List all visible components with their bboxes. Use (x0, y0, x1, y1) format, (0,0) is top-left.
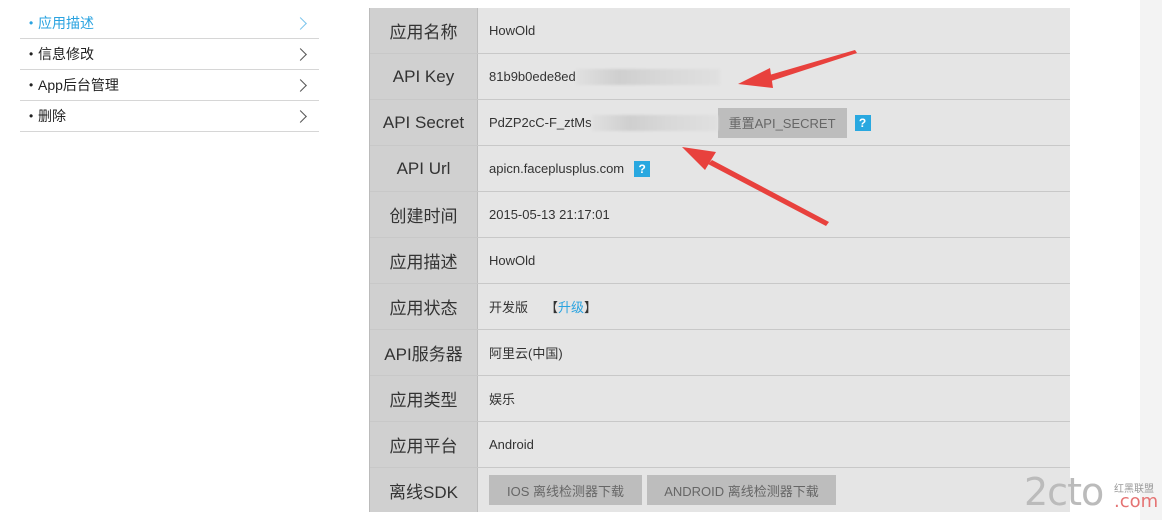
row-api-key: API Key 81b9b0ede8ed (370, 54, 1070, 100)
offline-sdk-label: 离线SDK (370, 468, 478, 512)
app-platform-value: Android (489, 437, 534, 452)
chevron-right-icon (294, 16, 307, 30)
api-server-value: 阿里云(中国) (489, 346, 563, 361)
redacted-blur (591, 114, 718, 131)
chevron-right-icon (294, 47, 307, 61)
sidebar-item-edit-info[interactable]: • 信息修改 (20, 39, 319, 70)
api-secret-label: API Secret (370, 100, 478, 145)
android-sdk-download-button[interactable]: ANDROID 离线检测器下载 (647, 475, 836, 505)
redacted-blur (575, 68, 720, 85)
app-type-value: 娱乐 (489, 392, 516, 407)
api-key-value: 81b9b0ede8ed (489, 69, 576, 84)
created-time-value: 2015-05-13 21:17:01 (489, 207, 610, 222)
chevron-right-icon (294, 78, 307, 92)
app-status-label: 应用状态 (370, 284, 478, 329)
row-app-platform: 应用平台 Android (370, 422, 1070, 468)
app-status-value: 开发版 (489, 300, 529, 315)
api-secret-value: PdZP2cC-F_ztMs (489, 115, 592, 130)
sidebar-item-delete[interactable]: • 删除 (20, 101, 319, 132)
app-description-value: HowOld (489, 253, 536, 268)
api-url-label: API Url (370, 146, 478, 191)
reset-secret-button[interactable]: 重置API_SECRET (717, 107, 847, 138)
bullet-icon: • (29, 109, 34, 123)
help-icon[interactable]: ? (634, 160, 651, 177)
bullet-icon: • (29, 47, 34, 61)
row-offline-sdk: 离线SDK IOS 离线检测器下载 ANDROID 离线检测器下载 (370, 468, 1070, 512)
row-created-time: 创建时间 2015-05-13 21:17:01 (370, 192, 1070, 238)
ios-sdk-download-button[interactable]: IOS 离线检测器下载 (489, 475, 642, 505)
sidebar-item-label: 应用描述 (38, 15, 94, 31)
row-api-secret: API Secret PdZP2cC-F_ztMs 重置API_SECRET ? (370, 100, 1070, 146)
sidebar-item-label: 删除 (38, 108, 66, 124)
watermark-suffix: .com (1114, 491, 1159, 512)
bullet-icon: • (29, 78, 34, 92)
sidebar-item-label: 信息修改 (38, 46, 94, 62)
app-name-value: HowOld (489, 23, 536, 38)
sidebar-item-app-description[interactable]: • 应用描述 (20, 8, 319, 39)
sidebar-item-app-backend[interactable]: • App后台管理 (20, 70, 319, 101)
chevron-right-icon (294, 109, 307, 123)
watermark-logo: 2cto (1024, 470, 1104, 514)
row-app-status: 应用状态 开发版 【升级】 (370, 284, 1070, 330)
created-time-label: 创建时间 (370, 192, 478, 237)
upgrade-wrapper: 【升级】 (545, 297, 597, 316)
row-app-name: 应用名称 HowOld (370, 8, 1070, 54)
help-icon[interactable]: ? (854, 114, 871, 131)
row-api-server: API服务器 阿里云(中国) (370, 330, 1070, 376)
row-app-type: 应用类型 娱乐 (370, 376, 1070, 422)
api-server-label: API服务器 (370, 330, 478, 375)
right-scroll-area (1140, 0, 1162, 520)
row-app-description: 应用描述 HowOld (370, 238, 1070, 284)
bullet-icon: • (29, 16, 34, 30)
bracket-close: 】 (584, 300, 598, 315)
app-name-label: 应用名称 (370, 8, 478, 53)
app-info-table: 应用名称 HowOld API Key 81b9b0ede8ed API Sec… (369, 8, 1070, 512)
api-key-label: API Key (370, 54, 478, 99)
sidebar-item-label: App后台管理 (38, 77, 119, 93)
app-platform-label: 应用平台 (370, 422, 478, 467)
api-url-value: apicn.faceplusplus.com (489, 161, 625, 176)
upgrade-link[interactable]: 升级 (558, 300, 584, 315)
app-description-label: 应用描述 (370, 238, 478, 283)
row-api-url: API Url apicn.faceplusplus.com ? (370, 146, 1070, 192)
bracket-open: 【 (545, 300, 559, 315)
sidebar: • 应用描述 • 信息修改 • App后台管理 • 删除 (20, 8, 319, 132)
app-type-label: 应用类型 (370, 376, 478, 421)
